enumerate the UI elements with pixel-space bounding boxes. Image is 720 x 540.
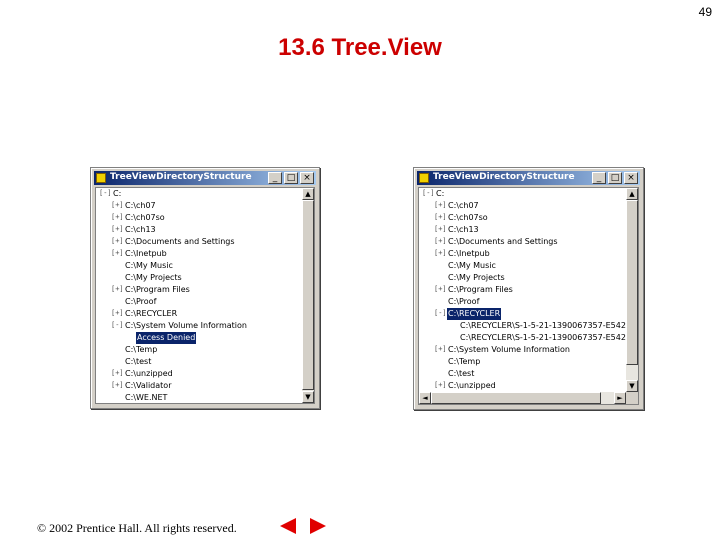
scroll-left-button[interactable]: ◄ [419,392,431,404]
scroll-right-button[interactable]: ► [614,392,626,404]
minimize-button[interactable]: _ [268,172,282,184]
tree-node-label[interactable]: C:\System Volume Information [447,344,571,356]
tree-node-label[interactable]: C: [435,188,445,200]
scroll-down-button[interactable]: ▼ [302,391,314,403]
app-icon [419,173,429,183]
tree-node-label[interactable]: C:\Documents and Settings [124,236,236,248]
expand-icon[interactable]: [+] [434,237,447,246]
tree-node-label[interactable]: C:\Inetpub [124,248,168,260]
maximize-button[interactable]: □ [284,172,298,184]
window-title: TreeViewDirectoryStructure [433,172,575,182]
tree-node-label[interactable]: C: [112,188,122,200]
tree-node-label[interactable]: C:\test [124,356,152,368]
expand-icon[interactable]: [+] [434,201,447,210]
expand-icon[interactable]: [+] [111,381,124,390]
expand-icon[interactable]: [+] [111,225,124,234]
scroll-thumb-horizontal[interactable] [431,392,601,404]
tree-node-label[interactable]: C:\RECYCLER\S-1-5-21-1390067357-E5424E [459,320,637,332]
tree-view[interactable]: [-] C: [+] C:\ch07 [+] C:\ch07so [+] C:\ch13 [+]… [418,187,639,405]
tree-node-label[interactable]: C:\Temp [447,356,481,368]
expand-icon[interactable]: [+] [434,249,447,258]
tree-view[interactable]: [-] C: [+] C:\ch07 [+] C:\ch07so [+] C:\ch13 [+]… [95,187,315,404]
tree-node-label[interactable]: C:\test [447,368,475,380]
expand-icon[interactable]: [+] [434,345,447,354]
minimize-button[interactable]: _ [592,172,606,184]
close-button[interactable]: × [624,172,638,184]
collapse-icon[interactable]: [-] [434,309,447,318]
expand-icon[interactable]: [+] [111,369,124,378]
collapse-icon[interactable]: [-] [111,321,124,330]
tree-node-label[interactable]: C:\unzipped [447,380,497,392]
scroll-thumb[interactable] [302,200,314,390]
tree-node-label[interactable]: C:\My Music [447,260,497,272]
tree-node-label[interactable]: C:\My Projects [124,272,183,284]
scroll-up-button[interactable]: ▲ [302,188,314,200]
tree-node-label[interactable]: C:\unzipped [124,368,174,380]
tree-node-label[interactable]: C:\Program Files [447,284,514,296]
tree-node-label[interactable]: C:\Temp [124,344,158,356]
previous-arrow-icon [280,518,296,534]
expand-icon[interactable]: [+] [111,213,124,222]
scroll-thumb[interactable] [626,200,638,365]
tree-node-label[interactable]: C:\My Projects [447,272,506,284]
scrollbar-corner [626,392,638,404]
scroll-down-button[interactable]: ▼ [626,380,638,392]
tree-node-label[interactable]: C:\ch13 [124,224,157,236]
tree-window-left: TreeViewDirectoryStructure _ □ × [-] C: [+… [90,167,320,409]
expand-icon[interactable]: [+] [434,285,447,294]
expand-icon[interactable]: [+] [111,249,124,258]
copyright-notice: © 2002 Prentice Hall. All rights reserve… [37,521,237,535]
next-slide-button[interactable] [307,517,329,535]
tree-node-label[interactable]: C:\ch07 [124,200,157,212]
tree-node-label[interactable]: C:\RECYCLER\S-1-5-21-1390067357-E5424E [459,332,637,344]
expand-icon[interactable]: [+] [111,285,124,294]
tree-node-label[interactable]: C:\WE.NET [124,392,168,403]
tree-node-label[interactable]: C:\My Music [124,260,174,272]
app-icon [96,173,106,183]
maximize-button[interactable]: □ [608,172,622,184]
expand-icon[interactable]: [+] [111,201,124,210]
collapse-icon[interactable]: [-] [99,189,112,198]
tree-node-label[interactable]: C:\ch07so [447,212,489,224]
tree-node-label[interactable]: C:\Proof [124,296,157,308]
tree-node-label[interactable]: C:\Validator [124,380,172,392]
previous-slide-button[interactable] [277,517,299,535]
expand-icon[interactable]: [+] [434,225,447,234]
window-title: TreeViewDirectoryStructure [110,172,252,182]
close-button[interactable]: × [300,172,314,184]
tree-node-label[interactable]: Access Denied [134,331,198,345]
tree-node-label[interactable]: C:\Program Files [124,284,191,296]
vertical-scrollbar[interactable]: ▲ ▼ [302,188,314,403]
tree-window-right: TreeViewDirectoryStructure _ □ × [-] C: [+… [413,167,644,410]
tree-node-label[interactable]: C:\ch13 [447,224,480,236]
horizontal-scrollbar[interactable]: ◄ ► [419,392,626,404]
tree-node-label[interactable]: C:\ch07 [447,200,480,212]
page-number: 49 [698,5,712,19]
expand-icon[interactable]: [+] [111,309,124,318]
tree-node-label[interactable]: C:\ch07so [124,212,166,224]
tree-node-label[interactable]: C:\Proof [447,296,480,308]
expand-icon[interactable]: [+] [434,381,447,390]
tree-node-label[interactable]: C:\Documents and Settings [447,236,559,248]
next-arrow-icon [310,518,326,534]
collapse-icon[interactable]: [-] [422,189,435,198]
tree-node-label[interactable]: C:\RECYCLER [445,307,503,321]
title-bar[interactable]: TreeViewDirectoryStructure _ □ × [417,171,640,185]
expand-icon[interactable]: [+] [434,213,447,222]
scroll-up-button[interactable]: ▲ [626,188,638,200]
tree-node-label[interactable]: C:\Inetpub [447,248,491,260]
slide-title: 13.6 Tree.View [278,34,442,61]
title-bar[interactable]: TreeViewDirectoryStructure _ □ × [94,171,316,185]
tree-node-label[interactable]: C:\RECYCLER [124,308,178,320]
tree-node-label[interactable]: C:\System Volume Information [124,320,248,332]
vertical-scrollbar[interactable]: ▲ ▼ [626,188,638,392]
expand-icon[interactable]: [+] [111,237,124,246]
